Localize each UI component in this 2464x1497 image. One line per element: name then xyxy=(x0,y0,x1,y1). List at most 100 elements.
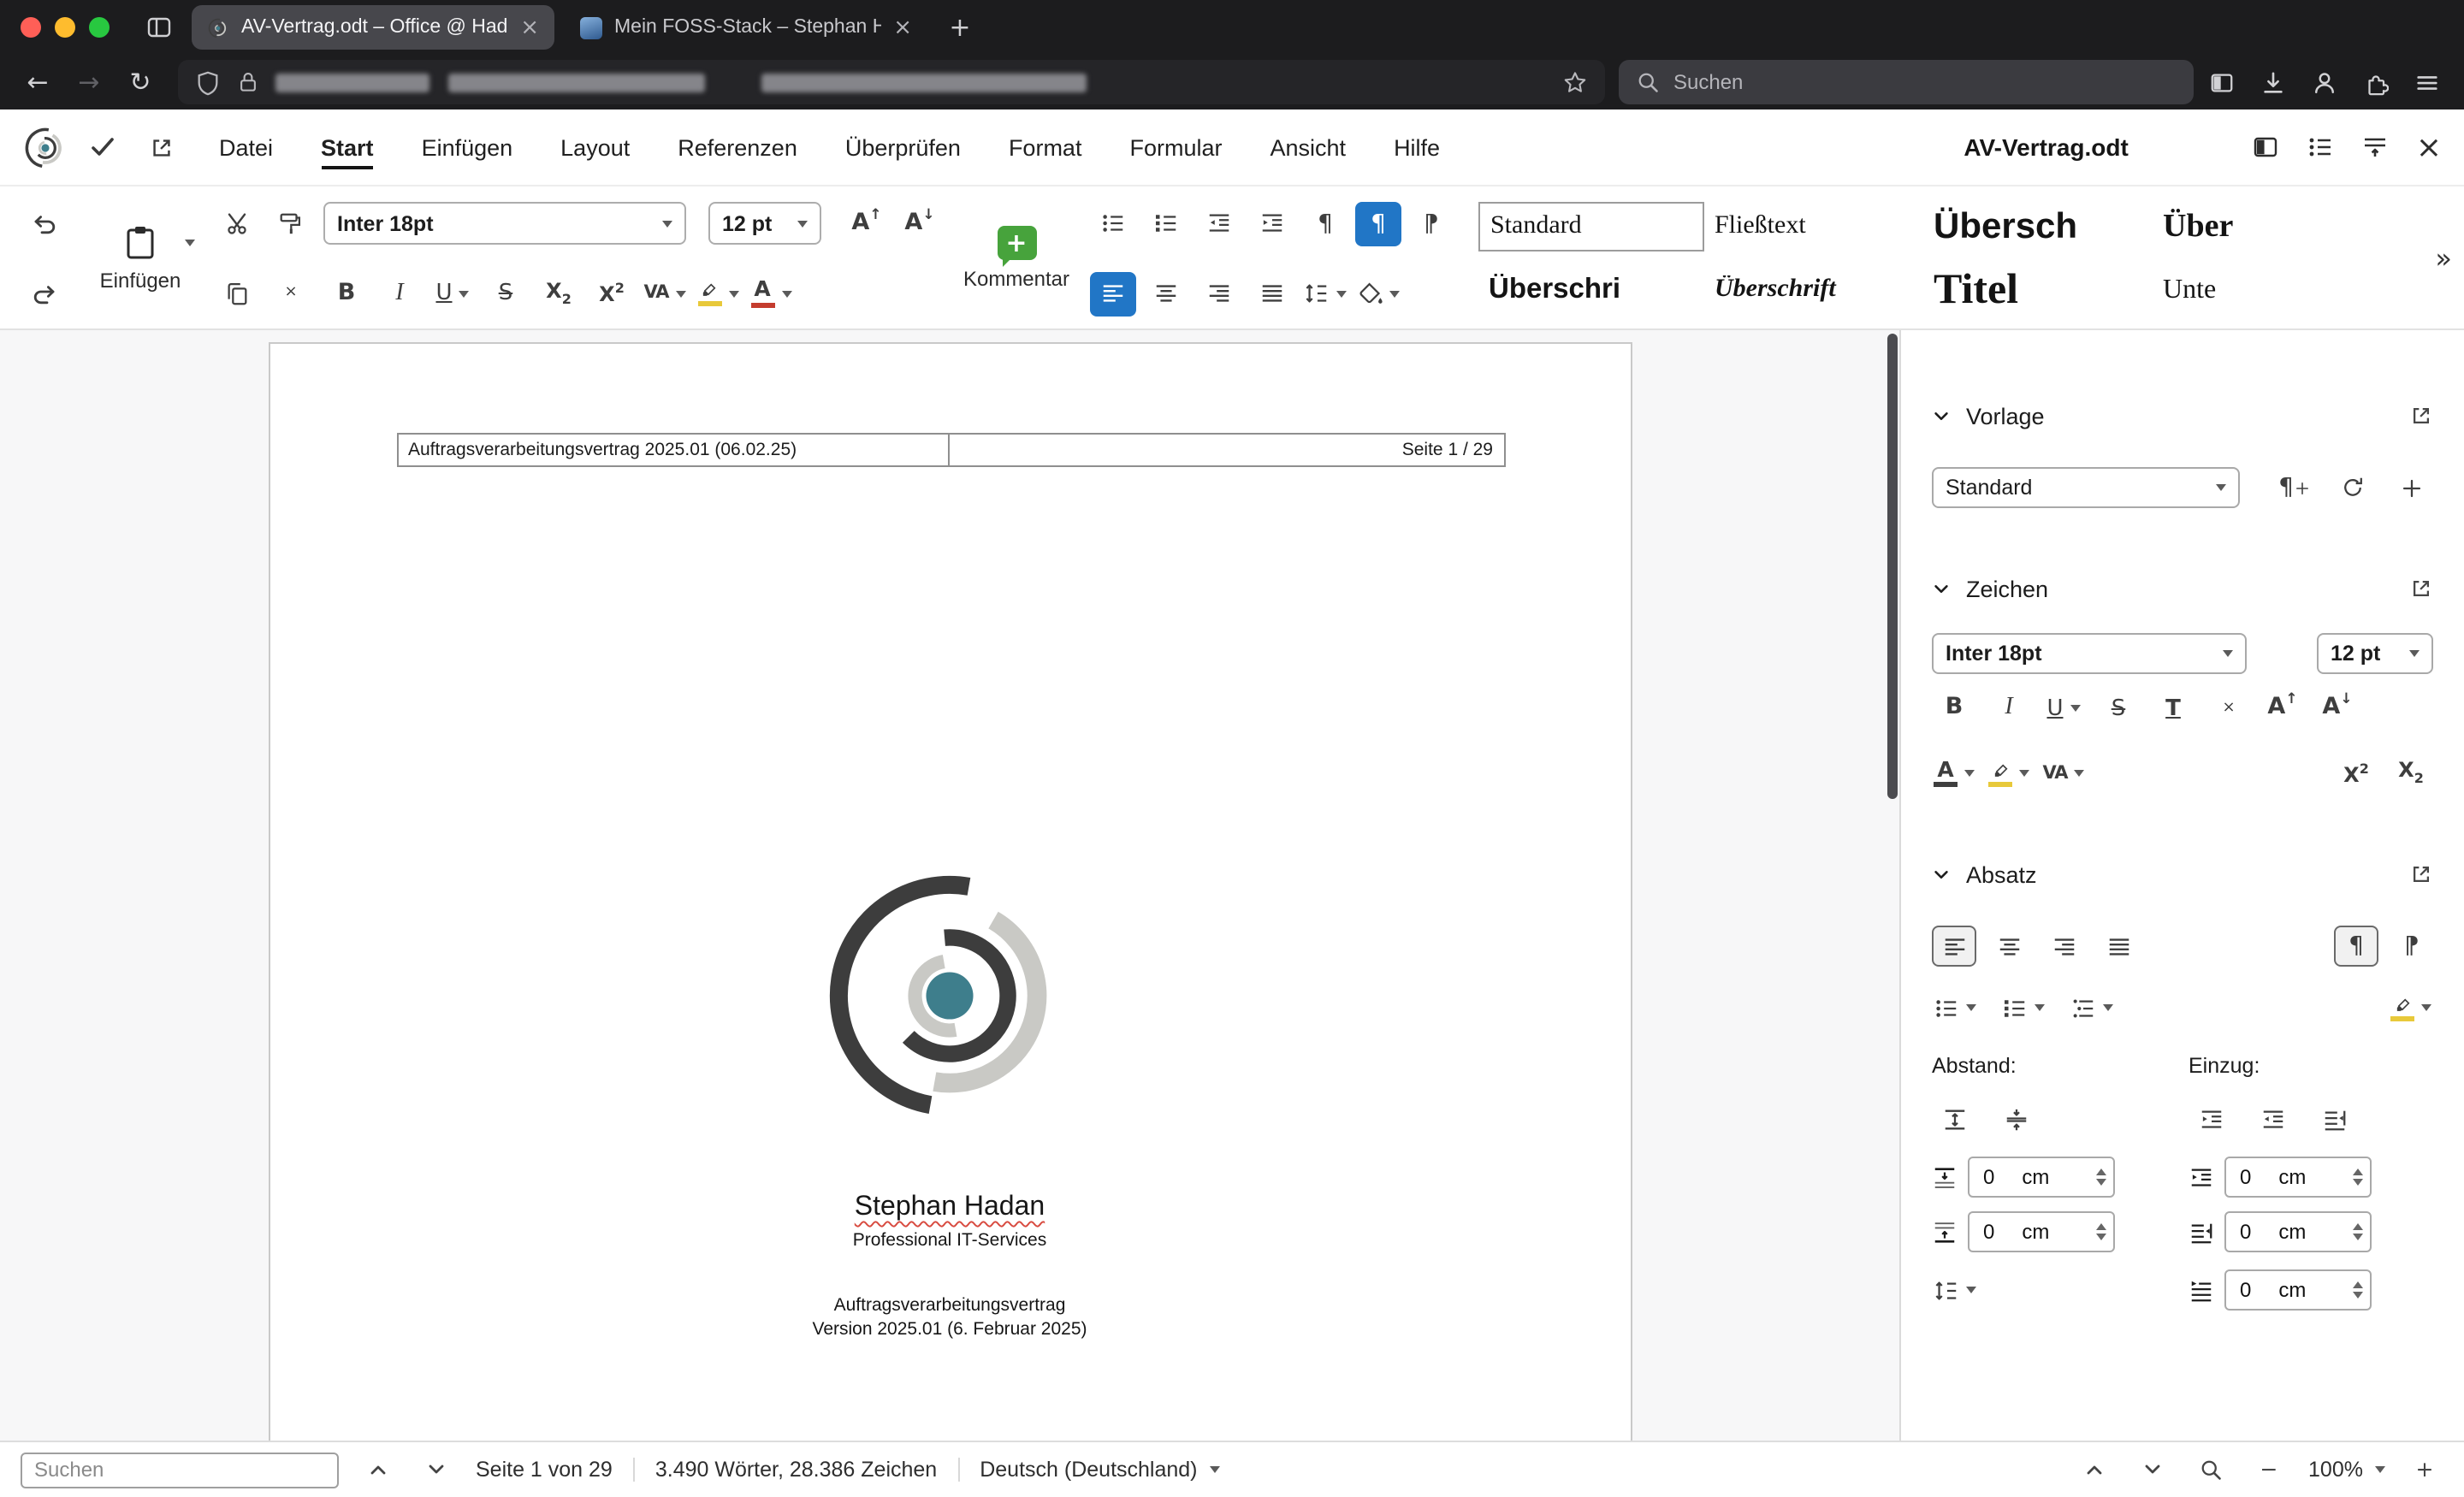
decrease-indent-button[interactable] xyxy=(1196,201,1242,246)
decrease-indent-button[interactable] xyxy=(2250,1098,2295,1139)
zoom-out-button[interactable]: − xyxy=(2250,1451,2288,1488)
character-spacing-button[interactable]: VA xyxy=(642,271,688,316)
strikethrough-button[interactable]: S xyxy=(483,271,529,316)
bold-button[interactable]: B xyxy=(323,271,370,316)
align-right-button[interactable] xyxy=(2041,926,2086,967)
update-style-button[interactable]: ¶ xyxy=(2272,467,2317,508)
vertical-scrollbar[interactable] xyxy=(1887,334,1898,1437)
copy-button[interactable] xyxy=(214,271,260,316)
extensions-button[interactable] xyxy=(2351,60,2399,104)
underline-button[interactable]: U xyxy=(2041,688,2086,729)
subscript-button[interactable]: X2 xyxy=(536,271,582,316)
outline-list-button[interactable] xyxy=(2069,987,2113,1028)
menu-item-formular[interactable]: Formular xyxy=(1129,134,1222,160)
formatting-marks-toggle[interactable]: ¶ xyxy=(2334,926,2378,967)
hanging-indent-button[interactable] xyxy=(2312,1098,2356,1139)
highlight-color-button[interactable] xyxy=(695,271,741,316)
menu-item-ueberpruefen[interactable]: Überprüfen xyxy=(845,134,961,160)
first-line-indent-field[interactable]: 0 cm xyxy=(2224,1269,2372,1311)
close-document-button[interactable]: × xyxy=(2416,129,2442,165)
background-color-button[interactable] xyxy=(1355,271,1401,316)
clone-formatting-button[interactable] xyxy=(267,201,313,246)
paste-button[interactable]: Einfügen xyxy=(77,195,204,322)
document-canvas[interactable]: Auftragsverarbeitungsvertrag 2025.01 (06… xyxy=(0,330,1899,1441)
menu-item-referenzen[interactable]: Referenzen xyxy=(678,134,797,160)
undo-button[interactable] xyxy=(21,201,67,246)
numbered-list-button[interactable] xyxy=(1143,201,1189,246)
reload-button[interactable]: ↻ xyxy=(116,60,164,104)
maximize-window-button[interactable] xyxy=(89,17,110,38)
dropdown-arrow-icon[interactable] xyxy=(2019,770,2029,777)
dropdown-arrow-icon[interactable] xyxy=(1336,290,1347,297)
dropdown-arrow-icon[interactable] xyxy=(1964,770,1975,777)
font-color-button[interactable]: A xyxy=(1932,753,1976,794)
lock-icon[interactable] xyxy=(236,70,260,94)
align-justify-button[interactable] xyxy=(2096,926,2141,967)
text-outline-button[interactable]: T xyxy=(2151,688,2195,729)
italic-button[interactable]: I xyxy=(1987,688,2031,729)
document-page[interactable]: Auftragsverarbeitungsvertrag 2025.01 (06… xyxy=(268,342,1632,1441)
bullet-menu-button[interactable] xyxy=(2307,133,2334,161)
menu-item-ansicht[interactable]: Ansicht xyxy=(1270,134,1347,160)
align-right-button[interactable] xyxy=(1196,271,1242,316)
app-menu-button[interactable] xyxy=(2402,60,2450,104)
font-name-combo[interactable]: Inter 18pt xyxy=(323,202,686,245)
downloads-button[interactable] xyxy=(2248,60,2296,104)
redo-button[interactable] xyxy=(21,271,67,316)
dropdown-arrow-icon[interactable] xyxy=(459,290,470,297)
dropdown-arrow-icon[interactable] xyxy=(1965,1287,1975,1293)
superscript-button[interactable]: X2 xyxy=(589,271,635,316)
section-header-zeichen[interactable]: Zeichen xyxy=(1932,571,2433,606)
search-previous-button[interactable] xyxy=(359,1451,397,1488)
sidebar-panel-button[interactable] xyxy=(2197,60,2245,104)
highlight-color-button[interactable] xyxy=(1987,753,2031,794)
text-direction-button[interactable]: ¶ xyxy=(2389,926,2433,967)
next-page-button[interactable] xyxy=(2134,1451,2171,1488)
character-spacing-button[interactable]: VA xyxy=(2041,753,2086,794)
tab-av-vertrag[interactable]: AV-Vertrag.odt – Office @ Hada × xyxy=(192,5,554,50)
grow-font-button[interactable]: A ↑ xyxy=(844,201,890,246)
decrease-paragraph-spacing-button[interactable] xyxy=(1993,1098,2038,1139)
superscript-button[interactable]: X2 xyxy=(2334,753,2378,794)
dropdown-arrow-icon[interactable] xyxy=(2102,1004,2112,1011)
dropdown-arrow-icon[interactable] xyxy=(1389,290,1400,297)
bullet-list-button[interactable] xyxy=(1090,201,1136,246)
dropdown-arrow-icon[interactable] xyxy=(728,290,738,297)
search-next-button[interactable] xyxy=(418,1451,455,1488)
subscript-button[interactable]: X2 xyxy=(2389,753,2433,794)
ribbon-overflow-button[interactable]: » xyxy=(2435,241,2452,274)
section-header-absatz[interactable]: Absatz xyxy=(1932,857,2433,891)
tab-foss-stack[interactable]: Mein FOSS-Stack – Stephan Ha × xyxy=(565,5,927,50)
browser-search-bar[interactable]: Suchen xyxy=(1619,60,2194,104)
dropdown-arrow-icon[interactable] xyxy=(1965,1004,1975,1011)
dropdown-arrow-icon[interactable] xyxy=(185,240,195,246)
dropdown-arrow-icon[interactable] xyxy=(2070,705,2081,712)
comment-button[interactable]: + Kommentar xyxy=(953,195,1080,322)
underline-button[interactable]: U xyxy=(429,271,476,316)
dropdown-arrow-icon[interactable] xyxy=(2034,1004,2044,1011)
menu-item-format[interactable]: Format xyxy=(1009,134,1082,160)
open-dialog-icon[interactable] xyxy=(2409,862,2433,886)
dropdown-arrow-icon[interactable] xyxy=(2074,770,2085,777)
new-tab-button[interactable]: + xyxy=(938,5,982,50)
sidebar-font-size-combo[interactable]: 12 pt xyxy=(2317,633,2433,674)
open-external-button[interactable] xyxy=(137,123,185,171)
style-preview-cutoff[interactable]: Über xyxy=(2153,208,2242,246)
indent-before-field[interactable]: 0 cm xyxy=(2224,1157,2372,1198)
font-size-combo[interactable]: 12 pt xyxy=(708,202,821,245)
increase-paragraph-spacing-button[interactable] xyxy=(1932,1098,1976,1139)
firefox-view-button[interactable] xyxy=(137,5,181,50)
numbered-list-button[interactable] xyxy=(2000,987,2045,1028)
page-info[interactable]: Seite 1 von 29 xyxy=(476,1458,613,1482)
document-search-input[interactable] xyxy=(21,1452,339,1488)
collapse-toolbar-button[interactable] xyxy=(2361,133,2389,161)
shrink-font-button[interactable]: A ↓ xyxy=(2315,688,2360,729)
bold-button[interactable]: B xyxy=(1932,688,1976,729)
style-preview-ueberschrift2[interactable]: Überschri xyxy=(1478,274,1704,306)
style-preview-titel[interactable]: Titel xyxy=(1923,266,2153,314)
italic-button[interactable]: I xyxy=(376,271,423,316)
line-spacing-button[interactable] xyxy=(1302,271,1348,316)
style-preview-fliesstext[interactable]: Fließtext xyxy=(1704,212,1923,241)
dropdown-arrow-icon[interactable] xyxy=(675,290,686,297)
spin-steppers[interactable] xyxy=(2353,1281,2363,1299)
